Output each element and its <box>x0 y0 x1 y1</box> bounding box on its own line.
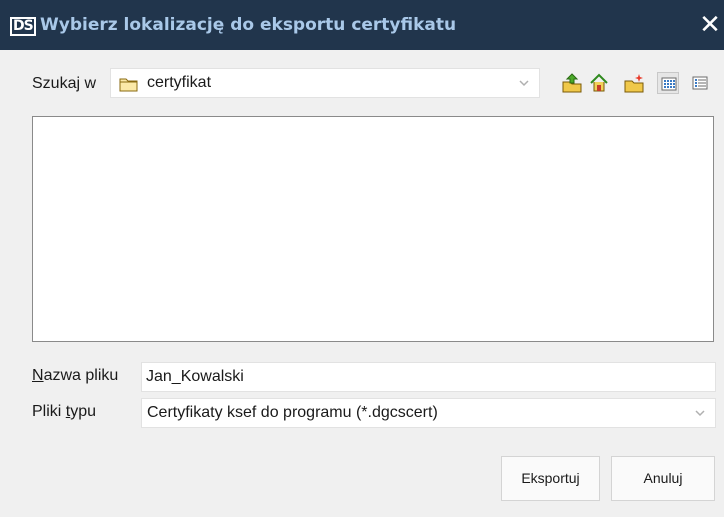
new-folder-button[interactable] <box>623 72 645 94</box>
details-view-icon <box>692 76 708 90</box>
file-type-label: Pliki typu <box>32 402 96 422</box>
details-view-button[interactable] <box>689 72 711 94</box>
home-button[interactable] <box>588 72 610 94</box>
file-chooser-dialog: DS Wybierz lokalizację do eksportu certy… <box>0 0 724 517</box>
title-bar: DS Wybierz lokalizację do eksportu certy… <box>0 0 724 50</box>
file-name-input[interactable]: Jan_Kowalski <box>141 362 716 392</box>
file-type-label-rest: ypu <box>70 403 97 420</box>
file-name-label: Nazwa pliku <box>32 366 118 386</box>
chevron-down-icon[interactable] <box>693 406 707 420</box>
close-button[interactable]: ✕ <box>698 12 722 38</box>
close-icon[interactable]: ✕ <box>699 10 721 40</box>
new-folder-icon <box>624 74 644 93</box>
look-in-combo[interactable]: certyfikat <box>110 68 540 98</box>
cancel-button[interactable]: Anuluj <box>611 456 715 501</box>
look-in-label: Szukaj w <box>32 75 97 92</box>
file-name-label-mnemonic: N <box>32 367 44 384</box>
look-in-value: certyfikat <box>147 74 212 91</box>
file-type-value: Certyfikaty ksef do programu (*.dgcscert… <box>147 404 438 421</box>
list-view-icon <box>661 77 677 91</box>
window-title: Wybierz lokalizację do eksportu certyfik… <box>40 15 457 35</box>
app-logo: DS <box>10 15 37 36</box>
up-one-level-button[interactable] <box>561 72 583 94</box>
folder-icon <box>119 78 138 92</box>
app-logo-text: DS <box>10 17 36 36</box>
list-view-button[interactable] <box>657 72 679 94</box>
file-list[interactable] <box>32 116 714 342</box>
home-icon <box>590 73 608 92</box>
chevron-down-icon[interactable] <box>517 76 531 90</box>
export-button[interactable]: Eksportuj <box>501 456 600 501</box>
file-type-label-prefix: Pliki <box>32 403 66 420</box>
file-type-combo[interactable]: Certyfikaty ksef do programu (*.dgcscert… <box>141 398 716 428</box>
file-name-label-rest: azwa pliku <box>43 367 119 384</box>
folder-up-icon <box>562 73 582 93</box>
